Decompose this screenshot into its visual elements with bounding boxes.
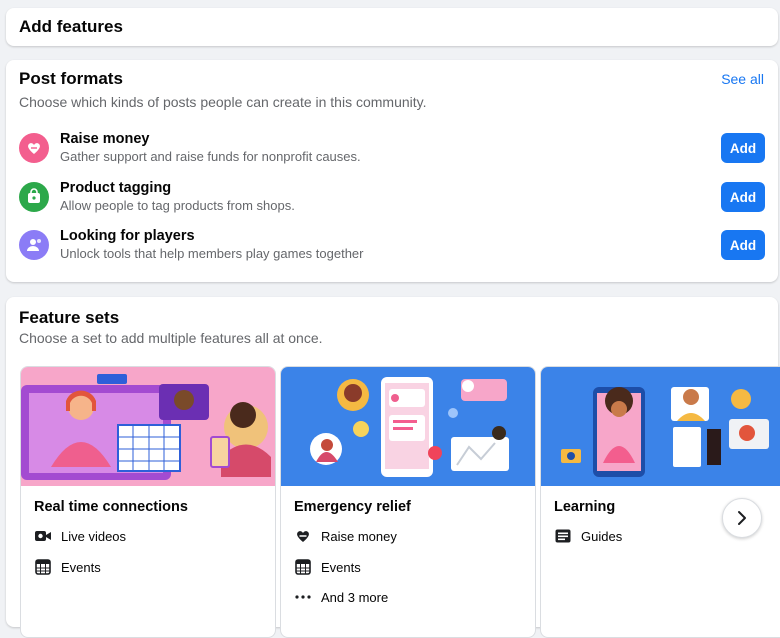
add-product-tagging-button[interactable]: Add bbox=[721, 182, 765, 212]
post-formats-subtitle: Choose which kinds of posts people can c… bbox=[19, 94, 427, 110]
see-all-link[interactable]: See all bbox=[721, 71, 764, 87]
feature-set-real-time-connections[interactable]: Real time connections Live videos Events bbox=[20, 366, 276, 638]
feature-item: Raise money bbox=[294, 526, 397, 546]
more-icon bbox=[294, 588, 312, 606]
shopping-tag-icon bbox=[19, 182, 49, 212]
feature-label: Live videos bbox=[61, 528, 127, 544]
post-formats-title: Post formats bbox=[19, 69, 123, 88]
feature-sets-card: Feature sets Choose a set to add multipl… bbox=[6, 297, 780, 638]
set-name: Emergency relief bbox=[294, 499, 411, 515]
heart-hand-icon bbox=[294, 527, 312, 545]
feature-sets-title: Feature sets bbox=[19, 308, 120, 327]
feature-item: Live videos bbox=[34, 526, 126, 546]
looking-for-players-title: Looking for players bbox=[60, 228, 195, 244]
next-arrow-button[interactable] bbox=[722, 498, 762, 538]
looking-for-players-description: Unlock tools that help members play game… bbox=[60, 246, 364, 261]
post-format-product-tagging: Product tagging Allow people to tag prod… bbox=[19, 179, 765, 215]
feature-label: Raise money bbox=[321, 528, 397, 544]
add-raise-money-button[interactable]: Add bbox=[721, 133, 765, 163]
feature-set-emergency-relief[interactable]: Emergency relief Raise money Events And … bbox=[280, 366, 536, 638]
add-looking-for-players-button[interactable]: Add bbox=[721, 230, 765, 260]
set-name: Real time connections bbox=[34, 499, 188, 515]
feature-label: Events bbox=[321, 559, 361, 575]
post-formats-card: Post formats See all Choose which kinds … bbox=[6, 60, 778, 282]
heart-hand-icon bbox=[19, 133, 49, 163]
feature-label: Guides bbox=[581, 528, 623, 544]
calendar-icon bbox=[294, 558, 312, 576]
product-tagging-title: Product tagging bbox=[60, 180, 172, 196]
feature-sets-subtitle: Choose a set to add multiple features al… bbox=[19, 330, 323, 346]
feature-label: Events bbox=[61, 559, 101, 575]
real-time-connections-illustration bbox=[21, 367, 275, 486]
feature-item: Events bbox=[294, 557, 361, 577]
feature-item: Guides bbox=[554, 526, 622, 546]
feature-item: Events bbox=[34, 557, 101, 577]
video-camera-icon bbox=[34, 527, 52, 545]
learning-illustration bbox=[541, 367, 780, 486]
product-tagging-description: Allow people to tag products from shops. bbox=[60, 198, 295, 213]
calendar-icon bbox=[34, 558, 52, 576]
page-title: Add features bbox=[19, 17, 123, 36]
post-format-looking-for-players: Looking for players Unlock tools that he… bbox=[19, 227, 765, 263]
players-icon bbox=[19, 230, 49, 260]
guide-icon bbox=[554, 527, 572, 545]
raise-money-description: Gather support and raise funds for nonpr… bbox=[60, 149, 361, 164]
emergency-relief-illustration bbox=[281, 367, 535, 486]
raise-money-title: Raise money bbox=[60, 131, 150, 147]
chevron-right-icon bbox=[736, 510, 748, 526]
set-name: Learning bbox=[554, 499, 616, 515]
add-features-header: Add features bbox=[6, 8, 778, 46]
post-format-raise-money: Raise money Gather support and raise fun… bbox=[19, 130, 765, 166]
feature-label: And 3 more bbox=[321, 589, 389, 605]
feature-item: And 3 more bbox=[294, 587, 388, 607]
